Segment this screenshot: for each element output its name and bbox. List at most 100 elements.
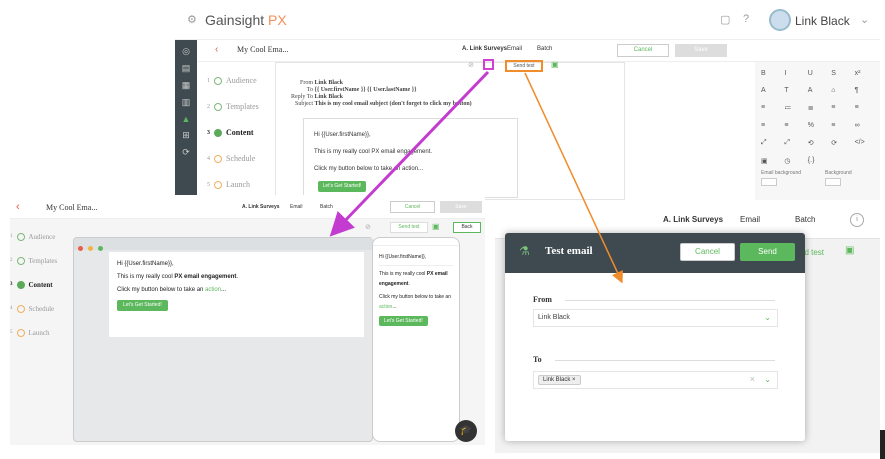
engagement-title[interactable]: My Cool Ema... <box>237 45 288 54</box>
format-tool-icon[interactable]: </> <box>855 139 874 147</box>
format-tool-icon[interactable]: ≡ <box>761 104 780 112</box>
format-tool-icon[interactable]: ≡ <box>831 104 850 112</box>
format-tool-icon[interactable]: {.} <box>808 157 827 165</box>
header-action-1[interactable]: A. Link Surveys <box>242 204 280 210</box>
back-chevron-icon[interactable]: ‹ <box>16 201 20 213</box>
format-tool-icon[interactable]: S <box>831 70 850 77</box>
chat-icon[interactable]: ▢ <box>720 13 730 26</box>
format-tool-icon[interactable]: ∞ <box>855 122 874 129</box>
help-icon[interactable]: ? <box>743 13 749 25</box>
send-test-button[interactable]: Send test <box>505 60 543 72</box>
email-body-card[interactable]: Hi {{User.firstName}}, This is my really… <box>303 118 518 198</box>
format-tool-icon[interactable]: x² <box>855 70 874 77</box>
menu-icon[interactable]: ⚙ <box>187 13 197 26</box>
back-button[interactable]: Back <box>453 222 481 233</box>
format-tool-icon[interactable]: I <box>784 70 803 77</box>
mobile-line2-link[interactable]: action <box>379 304 392 310</box>
background-swatch[interactable] <box>825 178 841 186</box>
format-tool-icon[interactable]: ¶ <box>855 87 874 94</box>
link-icon[interactable]: ⊘ <box>365 223 371 231</box>
cancel-button[interactable]: Cancel <box>680 243 735 261</box>
format-tool-icon[interactable]: A <box>808 87 827 94</box>
mobile-email-body[interactable]: Hi {{User.firstName}}, This is my really… <box>373 246 459 332</box>
rail-icon-6[interactable]: ⊞ <box>175 130 197 141</box>
copy-icon[interactable]: ▣ <box>432 222 440 231</box>
email-background-swatch[interactable] <box>761 178 777 186</box>
rail-icon-5[interactable]: ▲ <box>175 114 197 124</box>
step-content[interactable]: 3 Content <box>207 120 267 146</box>
format-tool-icon[interactable]: ▣ <box>761 157 780 165</box>
line2-link[interactable]: action <box>205 287 221 293</box>
header-action-email[interactable]: Email <box>507 46 522 52</box>
format-tool-icon[interactable]: ⟳ <box>831 139 850 147</box>
format-tool-icon[interactable]: ⟲ <box>808 139 827 147</box>
header-action-1[interactable]: A. Link Surveys <box>462 46 507 52</box>
back-chevron-icon[interactable]: ‹ <box>215 44 218 55</box>
format-tool-icon[interactable]: ≣ <box>808 104 827 112</box>
step-content[interactable]: 3 Content <box>10 273 70 297</box>
step-templates[interactable]: 2 Templates <box>10 249 70 273</box>
clear-icon[interactable]: × <box>750 374 755 384</box>
format-tool-icon[interactable]: ⤢ <box>784 139 803 147</box>
avatar[interactable] <box>769 9 791 31</box>
save-button[interactable]: Save <box>675 44 727 57</box>
reply-value[interactable]: Link Black <box>315 94 344 100</box>
from-select[interactable]: Link Black ⌄ <box>533 309 778 327</box>
format-tool-icon[interactable]: ≔ <box>784 104 803 112</box>
format-tool-icon[interactable]: T <box>784 87 803 94</box>
cancel-button[interactable]: Cancel <box>390 201 435 213</box>
step-schedule[interactable]: 4 Schedule <box>10 297 70 321</box>
rail-icon-1[interactable]: ◎ <box>175 46 197 57</box>
graduation-cap-icon[interactable]: 🎓 <box>455 420 477 442</box>
header-action-1[interactable]: A. Link Surveys <box>663 215 723 224</box>
desktop-email-body[interactable]: Hi {{User.firstName}}, This is my really… <box>109 252 364 337</box>
to-chip[interactable]: Link Black × <box>538 375 581 385</box>
format-tool-icon[interactable]: U <box>808 70 827 77</box>
chevron-down-icon[interactable]: ⌄ <box>764 375 771 384</box>
link-icon[interactable]: ⊘ <box>468 61 474 69</box>
header-action-batch[interactable]: Batch <box>537 46 552 52</box>
header-action-batch[interactable]: Batch <box>320 204 333 210</box>
format-tool-icon[interactable]: ◷ <box>784 157 803 165</box>
save-button[interactable]: Save <box>440 201 482 213</box>
send-test-button[interactable]: Send test <box>390 222 428 233</box>
format-tool-icon[interactable]: B <box>761 70 780 77</box>
rail-icon-7[interactable]: ⟳ <box>175 147 197 158</box>
rail-icon-4[interactable]: ▥ <box>175 97 197 108</box>
from-value[interactable]: Link Black <box>315 80 344 86</box>
chevron-down-icon[interactable]: ⌄ <box>764 313 771 322</box>
step-audience[interactable]: 1 Audience <box>10 225 70 249</box>
send-button[interactable]: Send <box>740 243 795 261</box>
format-tool-icon[interactable]: A <box>761 87 780 94</box>
copy-icon[interactable]: ▣ <box>551 60 559 69</box>
cancel-button[interactable]: Cancel <box>617 44 669 57</box>
format-tool-icon[interactable]: ≡ <box>855 104 874 112</box>
rail-icon-2[interactable]: ▤ <box>175 63 197 74</box>
subject-value[interactable]: This is my cool email subject (don't for… <box>315 101 472 107</box>
mobile-cta-button[interactable]: Let's Get Started! <box>379 316 428 326</box>
to-select[interactable]: Link Black × × ⌄ <box>533 371 778 389</box>
format-tool-icon[interactable]: ≡ <box>761 122 780 129</box>
to-value[interactable]: {{ User.firstName }} {{ User.lastName }} <box>315 87 417 93</box>
copy-icon[interactable]: ▣ <box>845 245 854 256</box>
step-audience[interactable]: 1 Audience <box>207 68 267 94</box>
preview-cta-button[interactable]: Let's Get Started! <box>117 300 168 311</box>
step-templates[interactable]: 2 Templates <box>207 94 267 120</box>
format-tool-icon[interactable]: ≡ <box>831 122 850 129</box>
body-cta-button[interactable]: Let's Get Started! <box>318 181 366 192</box>
preview-eye-icon[interactable] <box>483 59 494 70</box>
chevron-down-icon[interactable]: ⌄ <box>860 13 869 26</box>
header-action-email[interactable]: Email <box>290 204 303 210</box>
format-tool-icon[interactable]: % <box>808 122 827 129</box>
format-tool-icon[interactable]: ⌂ <box>831 87 850 94</box>
engagement-title[interactable]: My Cool Ema... <box>46 203 97 212</box>
info-icon[interactable]: i <box>850 213 864 227</box>
step-launch[interactable]: 5 Launch <box>10 321 70 345</box>
step-schedule[interactable]: 4 Schedule <box>207 146 267 172</box>
header-action-batch[interactable]: Batch <box>795 215 815 224</box>
rail-icon-3[interactable]: ▦ <box>175 80 197 91</box>
format-tool-icon[interactable]: ⤢ <box>761 139 780 147</box>
format-tool-icon[interactable]: ≡ <box>784 122 803 129</box>
header-action-email[interactable]: Email <box>740 215 760 224</box>
user-name[interactable]: Link Black <box>795 14 850 28</box>
